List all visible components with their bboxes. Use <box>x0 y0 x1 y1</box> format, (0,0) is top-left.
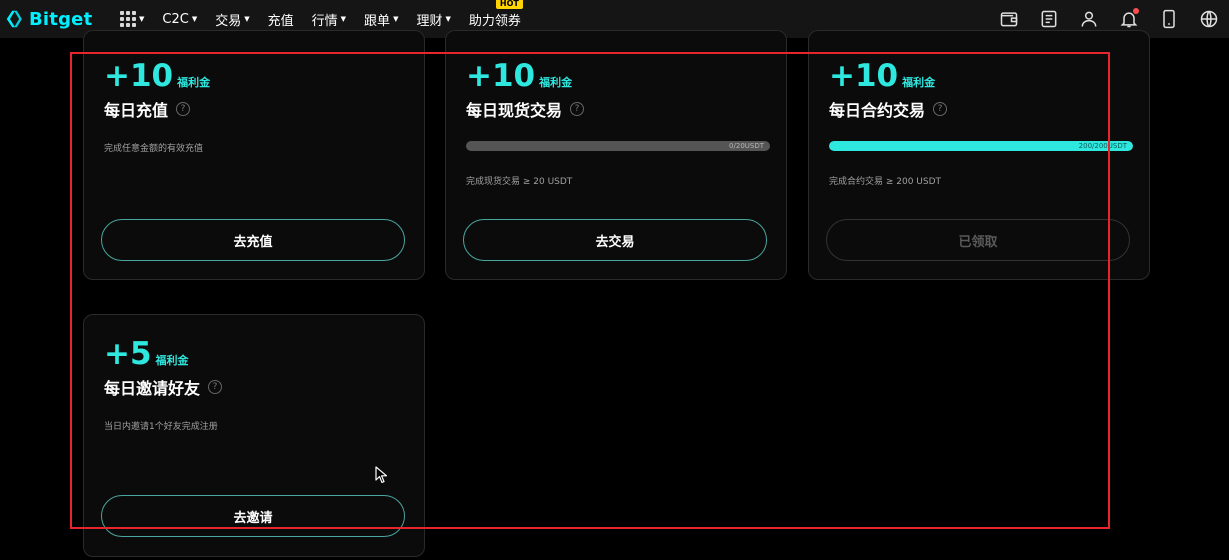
globe-icon[interactable] <box>1198 8 1220 30</box>
task-progress-bar: 0/20USDT <box>466 141 770 151</box>
nav-item-copy-trading[interactable]: 跟单 ▼ <box>364 10 398 29</box>
reward-unit: 福利金 <box>155 354 189 367</box>
task-title: 每日充值 ? <box>104 97 404 121</box>
bitget-logo-icon <box>6 10 22 28</box>
user-icon[interactable] <box>1078 8 1100 30</box>
nav-item-coupons[interactable]: 助力领券 HOT <box>468 0 523 29</box>
bitget-logo[interactable]: Bitget <box>4 6 92 32</box>
orders-icon[interactable] <box>1038 8 1060 30</box>
chevron-down-icon: ▼ <box>445 15 451 23</box>
task-title-text: 每日合约交易 <box>829 101 926 120</box>
reward-value: +10 <box>829 58 899 94</box>
reward-value: +5 <box>104 336 152 372</box>
help-icon[interactable]: ? <box>208 380 223 394</box>
progress-label: 0/20USDT <box>729 142 764 150</box>
reward-amount: +10 福利金 <box>466 57 766 95</box>
nav-apps-menu[interactable]: ▼ <box>120 11 144 27</box>
notification-dot <box>1133 8 1139 14</box>
chevron-down-icon: ▼ <box>340 15 347 23</box>
task-title: 每日邀请好友 ? <box>104 375 404 399</box>
reward-amount: +10 福利金 <box>104 57 404 95</box>
task-description: 完成现货交易 ≥ 20 USDT <box>466 177 573 187</box>
reward-value: +10 <box>104 58 174 94</box>
task-title: 每日现货交易 ? <box>466 97 766 121</box>
chevron-down-icon: ▼ <box>139 15 145 23</box>
chevron-down-icon: ▼ <box>393 15 399 23</box>
reward-unit: 福利金 <box>177 76 211 89</box>
go-invite-button[interactable]: 去邀请 <box>101 495 405 537</box>
nav-item-label: 跟单 <box>364 13 391 29</box>
nav-item-label: 助力领券 <box>468 13 521 29</box>
nav-item-label: 理财 <box>416 13 443 29</box>
nav-item-label: 充值 <box>267 13 294 29</box>
brand-name: Bitget <box>29 8 93 30</box>
task-description: 完成合约交易 ≥ 200 USDT <box>829 177 942 187</box>
go-deposit-button[interactable]: 去充值 <box>101 219 405 261</box>
go-trade-button[interactable]: 去交易 <box>463 219 767 261</box>
task-card-deposit: +10 福利金 每日充值 ? 完成任意金额的有效充值 去充值 <box>83 30 425 280</box>
reward-amount: +5 福利金 <box>104 335 404 373</box>
bell-icon[interactable] <box>1118 8 1140 30</box>
reward-value: +10 <box>466 58 536 94</box>
progress-label: 200/200USDT <box>1078 142 1127 150</box>
task-card-spot-trade: +10 福利金 每日现货交易 ? 0/20USDT 完成现货交易 ≥ 20 US… <box>445 30 787 280</box>
help-icon[interactable]: ? <box>176 102 191 116</box>
nav-item-label: 行情 <box>311 13 338 29</box>
help-icon[interactable]: ? <box>570 102 585 116</box>
task-title-text: 每日充值 <box>104 101 169 120</box>
hot-badge: HOT <box>495 0 523 9</box>
task-title-text: 每日现货交易 <box>466 101 563 120</box>
nav-item-label: C2C <box>162 11 189 27</box>
nav-item-label: 交易 <box>215 13 242 29</box>
nav-item-deposit[interactable]: 充值 <box>268 10 294 29</box>
task-title-text: 每日邀请好友 <box>104 379 201 398</box>
claimed-button: 已领取 <box>826 219 1130 261</box>
nav-item-earn[interactable]: 理财 ▼ <box>416 10 450 29</box>
task-card-invite-friends: +5 福利金 每日邀请好友 ? 当日内邀请1个好友完成注册 去邀请 <box>83 314 425 557</box>
download-icon[interactable] <box>1158 8 1180 30</box>
nav-item-trade[interactable]: 交易 ▼ <box>215 10 249 29</box>
chevron-down-icon: ▼ <box>244 15 250 23</box>
reward-unit: 福利金 <box>539 76 573 89</box>
help-icon[interactable]: ? <box>933 102 948 116</box>
task-title: 每日合约交易 ? <box>829 97 1129 121</box>
wallet-icon[interactable] <box>998 8 1020 30</box>
nav-item-markets[interactable]: 行情 ▼ <box>312 10 346 29</box>
mouse-cursor-icon <box>375 466 388 484</box>
reward-amount: +10 福利金 <box>829 57 1129 95</box>
apps-grid-icon <box>120 11 136 27</box>
chevron-down-icon: ▼ <box>191 15 198 23</box>
task-description: 完成任意金额的有效充值 <box>104 144 204 154</box>
nav-item-c2c[interactable]: C2C ▼ <box>162 12 197 27</box>
task-progress-bar: 200/200USDT <box>829 141 1133 151</box>
reward-unit: 福利金 <box>902 76 936 89</box>
task-description: 当日内邀请1个好友完成注册 <box>104 422 218 432</box>
task-card-futures-trade: +10 福利金 每日合约交易 ? 200/200USDT 完成合约交易 ≥ 20… <box>808 30 1150 280</box>
